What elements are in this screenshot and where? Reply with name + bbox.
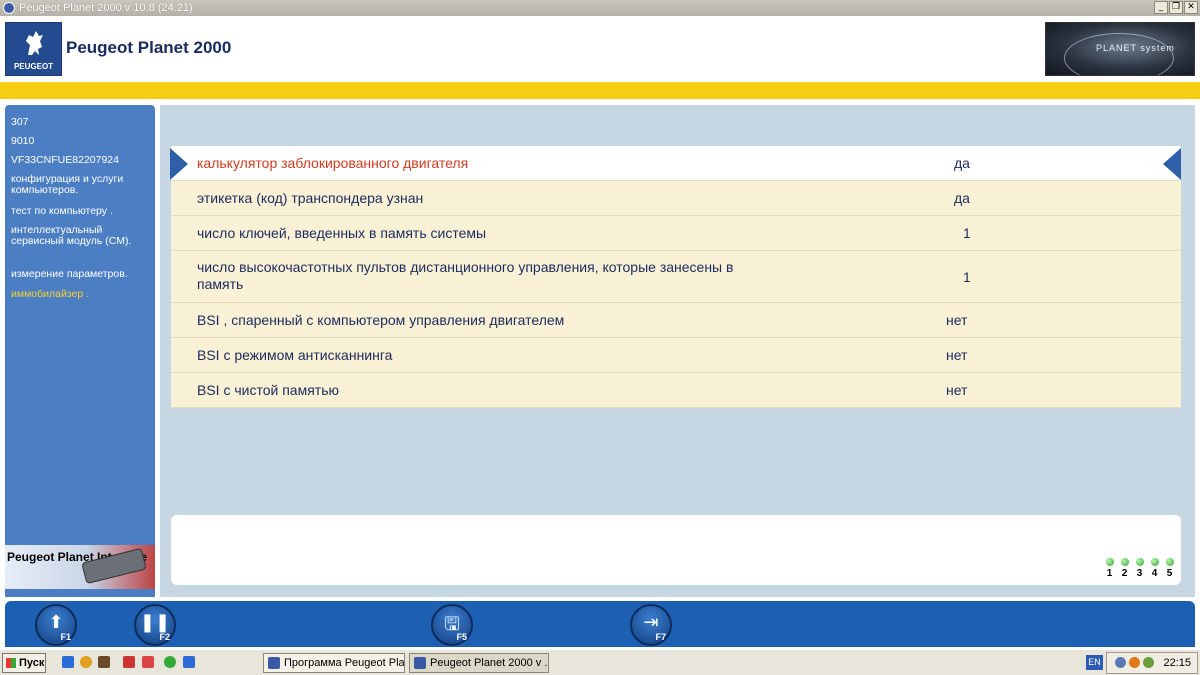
- quicklaunch-ie-icon[interactable]: [62, 656, 74, 668]
- next-arrow-icon[interactable]: [1163, 148, 1181, 180]
- pause-icon: ❚❚: [139, 612, 171, 633]
- quicklaunch-tool-icon[interactable]: [123, 656, 135, 668]
- f1-button[interactable]: ⬆ F1: [35, 604, 77, 646]
- table-row[interactable]: число ключей, введенных в память системы…: [171, 216, 1181, 251]
- step-indicator: 1 2 3 4 5: [1104, 558, 1175, 579]
- quicklaunch-skype-icon[interactable]: [183, 656, 195, 668]
- sidebar: 307 9010 VF33CNFUE82207924 конфигурация …: [5, 105, 155, 597]
- message-box: 1 2 3 4 5: [171, 515, 1181, 585]
- row-value: нет: [946, 312, 968, 328]
- app-icon: [3, 2, 15, 14]
- f2-button[interactable]: ❚❚ F2: [134, 604, 176, 646]
- app-title: Peugeot Planet 2000: [66, 38, 232, 57]
- table-row[interactable]: BSI , спаренный с компьютером управления…: [171, 303, 1181, 338]
- window-title: Peugeot Planet 2000 v 10.8 (24.21): [19, 2, 193, 14]
- row-label: BSI с режимом антисканнинга: [197, 347, 393, 363]
- row-label: BSI , спаренный с компьютером управления…: [197, 312, 565, 328]
- planet-system-logo: PLANET system: [1045, 22, 1195, 76]
- row-label: число высокочастотных пультов дистанцион…: [197, 259, 734, 292]
- up-arrow-icon: ⬆: [48, 612, 64, 633]
- row-value: да: [954, 155, 970, 171]
- sidebar-item-immobilizer[interactable]: иммобилайзер .: [11, 289, 153, 300]
- sidebar-item-vin[interactable]: VF33CNFUE82207924: [11, 155, 153, 166]
- start-button[interactable]: Пуск: [2, 653, 46, 673]
- step-5: 5: [1164, 558, 1175, 579]
- tray-app-icon[interactable]: [1129, 657, 1140, 668]
- step-3: 3: [1134, 558, 1145, 579]
- accent-bar: [0, 82, 1200, 99]
- quicklaunch-grid-icon[interactable]: [142, 656, 154, 668]
- clock: 22:15: [1163, 657, 1191, 669]
- row-value: да: [954, 190, 970, 206]
- main-panel: калькулятор заблокированного двигателя д…: [160, 105, 1195, 597]
- minimize-button[interactable]: _: [1154, 1, 1168, 14]
- planet-interface-banner: Peugeot Planet Interface: [5, 545, 155, 589]
- quicklaunch-app-icon[interactable]: [98, 656, 110, 668]
- parameter-table: калькулятор заблокированного двигателя д…: [171, 146, 1181, 408]
- table-row[interactable]: калькулятор заблокированного двигателя д…: [171, 146, 1181, 181]
- step-4: 4: [1149, 558, 1160, 579]
- sidebar-item-code[interactable]: 9010: [11, 136, 153, 147]
- windows-logo-icon: [6, 658, 16, 668]
- step-1: 1: [1104, 558, 1115, 579]
- quicklaunch-chrome-icon[interactable]: [80, 656, 92, 668]
- row-label: число ключей, введенных в память системы: [197, 225, 487, 241]
- table-row[interactable]: BSI с режимом антисканнинга нет: [171, 338, 1181, 373]
- sidebar-item-model[interactable]: 307: [11, 117, 153, 128]
- sidebar-item-config[interactable]: конфигурация и услуги компьютеров.: [11, 174, 153, 196]
- row-label: BSI с чистой памятью: [197, 382, 339, 398]
- quicklaunch-utorrent-icon[interactable]: [164, 656, 176, 668]
- row-value: нет: [946, 347, 968, 363]
- sidebar-item-service-module[interactable]: интеллектуальный сервисный модуль (СМ).: [11, 225, 153, 247]
- close-button[interactable]: ✕: [1184, 1, 1198, 14]
- table-row[interactable]: BSI с чистой памятью нет: [171, 373, 1181, 408]
- taskbar-item-planet[interactable]: Peugeot Planet 2000 v ...: [409, 653, 549, 673]
- peugeot-logo: PEUGEOT: [5, 22, 62, 76]
- table-row[interactable]: этикетка (код) транспондера узнан да: [171, 181, 1181, 216]
- network-icon[interactable]: [1115, 657, 1126, 668]
- row-value: нет: [946, 382, 968, 398]
- taskbar-item-program[interactable]: Программа Peugeot Plan...: [263, 653, 405, 673]
- prev-arrow-icon[interactable]: [170, 148, 188, 180]
- language-indicator[interactable]: EN: [1086, 655, 1103, 670]
- row-label: этикетка (код) транспондера узнан: [197, 190, 424, 206]
- exit-icon: ⇥: [643, 612, 659, 633]
- row-value: 1: [963, 225, 971, 241]
- table-row[interactable]: число высокочастотных пультов дистанцион…: [171, 251, 1181, 303]
- app-header: PEUGEOT Peugeot Planet 2000 PLANET syste…: [0, 16, 1200, 82]
- lion-icon: [26, 31, 43, 55]
- f5-button[interactable]: 🖫 F5: [431, 604, 473, 646]
- volume-icon[interactable]: [1143, 657, 1154, 668]
- sidebar-item-measurement[interactable]: измерение параметров.: [11, 269, 153, 280]
- window-titlebar: Peugeot Planet 2000 v 10.8 (24.21) _ ❐ ✕: [0, 0, 1200, 16]
- taskbar: Пуск Программа Peugeot Plan... Peugeot P…: [0, 649, 1200, 675]
- sidebar-item-test[interactable]: тест по компьютеру .: [11, 206, 153, 217]
- step-2: 2: [1119, 558, 1130, 579]
- row-value: 1: [963, 269, 971, 285]
- row-label: калькулятор заблокированного двигателя: [197, 155, 469, 171]
- system-tray: 22:15: [1106, 652, 1198, 674]
- f7-button[interactable]: ⇥ F7: [630, 604, 672, 646]
- function-key-bar: ⬆ F1 ❚❚ F2 🖫 F5 ⇥ F7: [5, 601, 1195, 647]
- restore-button[interactable]: ❐: [1169, 1, 1183, 14]
